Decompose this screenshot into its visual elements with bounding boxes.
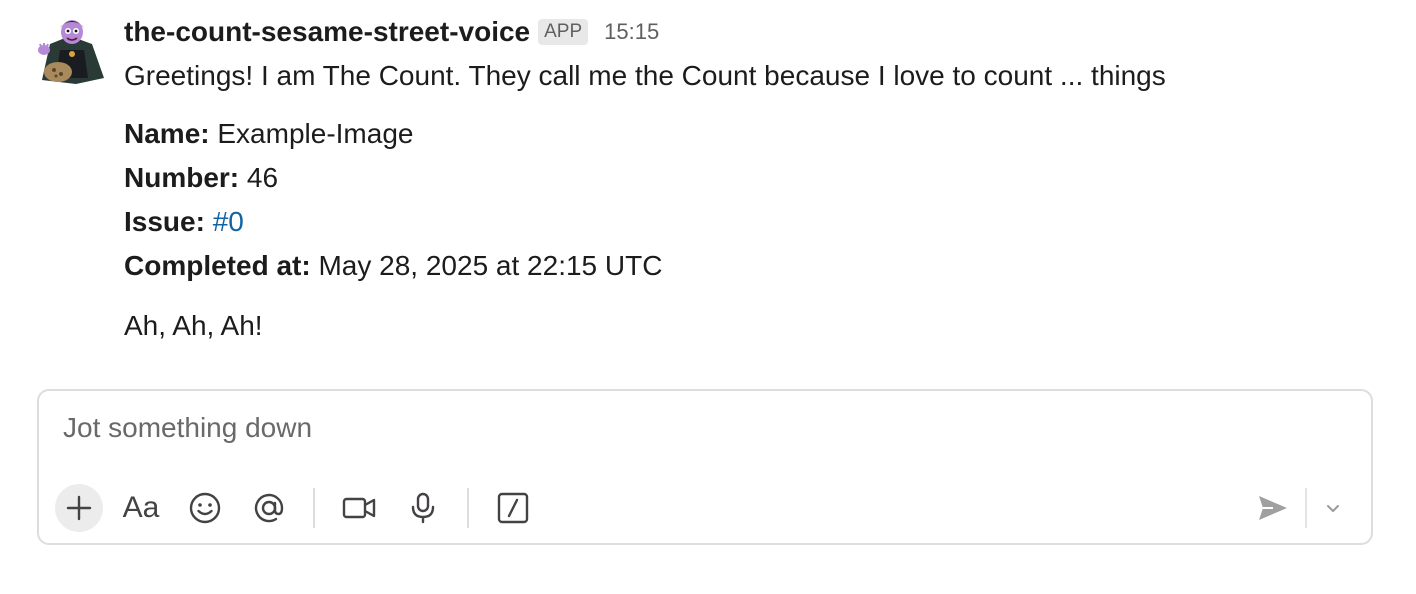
message-body: the-count-sesame-street-voice APP 15:15 … [124,12,1376,348]
field-value: 46 [246,162,279,193]
message-composer: Aa [37,389,1373,545]
sender-name[interactable]: the-count-sesame-street-voice [124,16,530,48]
avatar[interactable] [36,14,110,88]
message-signoff: Ah, Ah, Ah! [124,310,263,341]
chevron-down-icon [1327,505,1339,512]
message-header: the-count-sesame-street-voice APP 15:15 [124,12,1376,52]
field-issue: Issue: #0 [124,200,1376,244]
toolbar-divider [1305,488,1307,528]
message-input[interactable] [61,411,1345,445]
message-timestamp[interactable]: 15:15 [604,19,659,45]
field-label: Completed at: [124,250,311,281]
format-button[interactable]: Aa [117,484,165,532]
emoji-button[interactable] [181,484,229,532]
send-button[interactable] [1249,484,1297,532]
toolbar-divider [467,488,469,528]
field-label: Issue: [124,206,205,237]
at-icon [254,493,284,523]
composer-toolbar: Aa [55,484,1355,534]
send-options-button[interactable] [1313,484,1353,532]
video-button[interactable] [335,484,383,532]
field-label: Number: [124,162,240,193]
field-number: Number: 46 [124,156,1376,200]
format-label: Aa [122,491,160,524]
message-fields: Name: Example-Image Number: 46 Issue: #0… [124,112,1376,288]
shortcuts-button[interactable] [489,484,537,532]
microphone-icon [411,492,435,524]
field-value: May 28, 2025 at 22:15 UTC [318,250,663,281]
field-completed-at: Completed at: May 28, 2025 at 22:15 UTC [124,244,1376,288]
attach-button[interactable] [55,484,103,532]
the-count-avatar-icon [38,20,104,84]
toolbar-divider [313,488,315,528]
plus-icon [66,495,92,521]
issue-link[interactable]: #0 [213,206,244,237]
field-name: Name: Example-Image [124,112,1376,156]
message-greeting: Greetings! I am The Count. They call me … [124,60,1166,91]
field-label: Name: [124,118,210,149]
smiley-icon [189,492,221,524]
mention-button[interactable] [245,484,293,532]
app-badge: APP [538,19,589,45]
video-camera-icon [342,497,376,519]
microphone-button[interactable] [399,484,447,532]
field-value: Example-Image [217,118,414,149]
send-icon [1259,496,1287,520]
slash-command-icon [497,492,529,524]
